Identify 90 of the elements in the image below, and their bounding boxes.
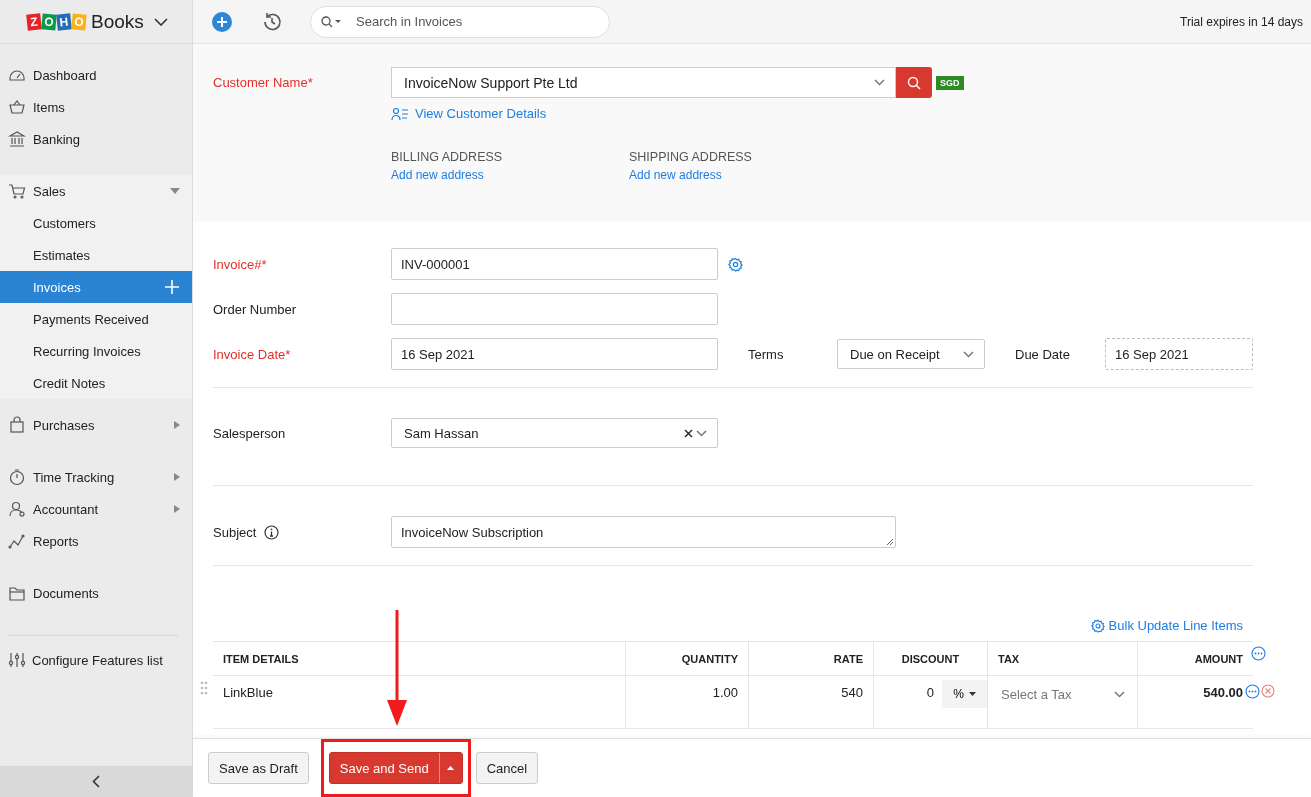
more-icon[interactable] [1251, 646, 1266, 661]
column-header: TAX [987, 642, 1137, 675]
tax-select[interactable]: Select a Tax [988, 680, 1129, 708]
chevron-down-icon [963, 350, 974, 358]
salesperson-select[interactable]: Sam Hassan [391, 418, 718, 448]
line-chart-icon [8, 532, 26, 550]
resize-handle-icon[interactable] [886, 538, 893, 545]
add-address-link[interactable]: Add new address [391, 167, 629, 182]
column-header: RATE [748, 642, 873, 675]
chevron-down-icon [1114, 690, 1125, 698]
search-icon [907, 75, 921, 90]
settings-icon [1090, 618, 1105, 633]
sidebar-item[interactable]: Configure Features list [0, 644, 192, 676]
sidebar-item[interactable]: Invoices [0, 271, 192, 303]
customer-select[interactable]: InvoiceNow Support Pte Ltd [391, 67, 896, 98]
column-header: DISCOUNT [873, 642, 987, 675]
sidebar-item[interactable]: Time Tracking [0, 461, 192, 493]
sliders-icon [8, 651, 26, 669]
folder-icon [8, 584, 26, 602]
sidebar-item[interactable]: Banking [0, 123, 192, 155]
plus-icon[interactable] [165, 280, 179, 294]
remove-icon[interactable] [1261, 684, 1275, 698]
date-field[interactable]: 16 Sep 2021 [1105, 338, 1253, 370]
field-label: Order Number [213, 301, 298, 317]
subject-textarea[interactable]: InvoiceNow Subscription [391, 516, 896, 548]
chevron-down-icon [874, 79, 885, 86]
table-cell[interactable]: LinkBlue [213, 676, 625, 728]
caret-up-icon[interactable] [447, 766, 455, 770]
sidebar-item[interactable]: Dashboard [0, 59, 192, 91]
field-label: Invoice#* [213, 256, 268, 272]
input-field[interactable]: INV-000001 [391, 248, 718, 280]
sidebar-item[interactable]: Payments Received [0, 303, 192, 335]
column-header: ITEM DETAILS [222, 651, 300, 667]
field-label: Due Date [1015, 346, 1071, 362]
address-heading: SHIPPING ADDRESS [629, 149, 753, 164]
person-icon [8, 500, 26, 518]
table-cell[interactable]: 540 [748, 676, 873, 728]
settings-icon[interactable] [728, 256, 743, 272]
drag-handle-icon[interactable] [200, 681, 208, 695]
chevron-down-icon[interactable] [153, 17, 168, 26]
field-label: Subject [213, 524, 257, 540]
bank-icon [8, 130, 26, 148]
logo[interactable]: Z O H O Books [27, 10, 144, 33]
cart-icon [8, 182, 26, 200]
discount-unit-select[interactable]: % [942, 680, 987, 708]
footer-button[interactable]: Save and Send [328, 752, 463, 784]
info-icon[interactable] [264, 524, 280, 540]
address-heading: BILLING ADDRESS [391, 149, 504, 164]
table-cell: 540.00 [1137, 676, 1253, 728]
sidebar-item[interactable]: Items [0, 91, 192, 123]
column-header: QUANTITY [625, 642, 748, 675]
field-label: Customer Name* [213, 74, 314, 92]
search-button[interactable] [896, 67, 932, 98]
bulk-update-link[interactable]: Bulk Update Line Items [1090, 618, 1243, 633]
table-cell[interactable]: 0 [926, 680, 934, 700]
sidebar-item[interactable]: Recurring Invoices [0, 335, 192, 367]
sidebar-item[interactable]: Estimates [0, 239, 192, 271]
field-label: Terms [748, 346, 785, 362]
caret-icon [968, 692, 976, 696]
clear-icon[interactable] [684, 428, 693, 438]
add-address-link[interactable]: Add new address [629, 167, 867, 182]
field-label: Invoice Date* [213, 346, 292, 362]
contact-list-icon [391, 106, 409, 121]
table-cell[interactable]: 1.00 [625, 676, 748, 728]
sidebar-item[interactable]: Reports [0, 525, 192, 557]
footer-button[interactable]: Cancel [475, 752, 539, 784]
field-label: Salesperson [213, 425, 287, 441]
terms-select[interactable]: Due on Receipt [837, 339, 985, 369]
history-icon[interactable] [261, 10, 283, 33]
more-icon[interactable] [1245, 684, 1260, 699]
sidebar-item[interactable]: Purchases [0, 409, 192, 441]
footer-button[interactable]: Save as Draft [208, 752, 309, 784]
trial-notice: Trial expires in 14 days [1180, 14, 1303, 29]
column-header: AMOUNT [1137, 642, 1253, 675]
sidebar-item[interactable]: Accountant [0, 493, 192, 525]
basket-icon [8, 98, 26, 116]
bag-icon [8, 416, 26, 434]
sidebar-item[interactable]: Sales [0, 175, 192, 207]
input-field[interactable] [391, 293, 718, 325]
add-icon[interactable] [211, 10, 233, 33]
sidebar-item[interactable]: Credit Notes [0, 367, 192, 399]
currency-badge: SGD [936, 75, 964, 90]
stopwatch-icon [8, 468, 26, 486]
date-field[interactable]: 16 Sep 2021 [391, 338, 718, 370]
chevron-left-icon[interactable] [92, 775, 100, 788]
view-customer-details-link[interactable]: View Customer Details [391, 106, 547, 121]
sidebar-item[interactable]: Customers [0, 207, 192, 239]
chevron-down-icon [696, 429, 707, 437]
search-field[interactable]: Search in Invoices [310, 5, 610, 38]
sidebar-item[interactable]: Documents [0, 577, 192, 609]
